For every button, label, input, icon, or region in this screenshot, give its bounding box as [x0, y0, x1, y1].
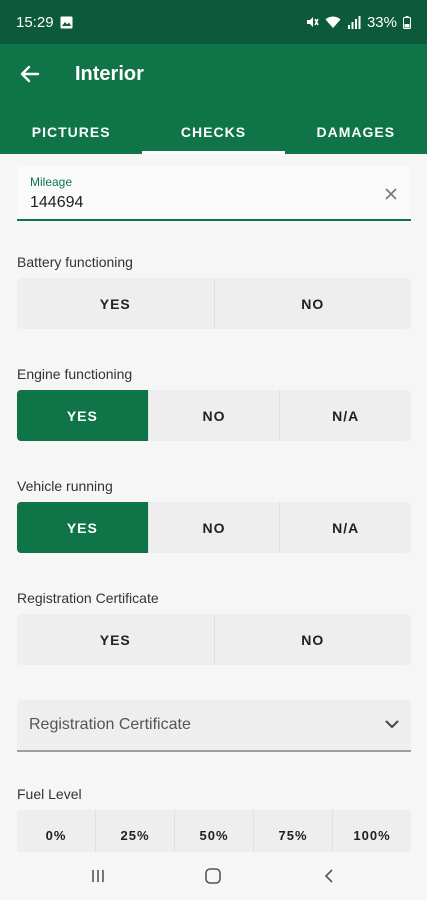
- engine-no-button[interactable]: NO: [149, 390, 281, 441]
- tab-bar: PICTURES CHECKS DAMAGES: [0, 110, 427, 154]
- tab-pictures[interactable]: PICTURES: [0, 110, 142, 154]
- status-bar: 15:29 33%: [0, 0, 427, 44]
- mileage-input[interactable]: 144694: [30, 194, 360, 212]
- fuel-level-label: Fuel Level: [17, 786, 82, 802]
- fuel-50-button[interactable]: 50%: [175, 810, 254, 852]
- battery-percent: 33%: [366, 13, 397, 31]
- engine-functioning-toggle: YES NO N/A: [17, 390, 411, 441]
- fuel-75-button[interactable]: 75%: [254, 810, 333, 852]
- running-yes-button[interactable]: YES: [17, 502, 149, 553]
- tab-checks[interactable]: CHECKS: [142, 110, 285, 154]
- fuel-level-toggle: 0% 25% 50% 75% 100%: [17, 810, 411, 852]
- battery-no-button[interactable]: NO: [215, 278, 412, 329]
- app-bar: Interior PICTURES CHECKS DAMAGES: [0, 44, 427, 154]
- back-nav-icon[interactable]: [309, 856, 349, 896]
- vehicle-running-label: Vehicle running: [17, 478, 113, 494]
- running-na-button[interactable]: N/A: [280, 502, 411, 553]
- page-title: Interior: [75, 63, 144, 85]
- status-time: 15:29: [16, 13, 54, 31]
- mileage-field[interactable]: Mileage 144694: [17, 166, 411, 221]
- gallery-notification-icon: [60, 16, 73, 29]
- running-no-button[interactable]: NO: [149, 502, 281, 553]
- engine-functioning-label: Engine functioning: [17, 366, 133, 382]
- vehicle-running-toggle: YES NO N/A: [17, 502, 411, 553]
- battery-functioning-toggle: YES NO: [17, 278, 411, 329]
- mileage-label: Mileage: [30, 175, 73, 189]
- system-nav-bar: [0, 852, 427, 900]
- clear-icon[interactable]: [381, 184, 401, 204]
- registration-yes-button[interactable]: YES: [17, 614, 215, 665]
- tab-damages[interactable]: DAMAGES: [285, 110, 427, 154]
- chevron-down-icon: [385, 716, 399, 734]
- engine-na-button[interactable]: N/A: [280, 390, 411, 441]
- wifi-icon: [325, 16, 341, 29]
- engine-yes-button[interactable]: YES: [17, 390, 149, 441]
- registration-dropdown-text: Registration Certificate: [29, 716, 191, 733]
- registration-certificate-dropdown[interactable]: Registration Certificate: [17, 700, 411, 752]
- back-arrow-icon[interactable]: [14, 58, 46, 90]
- mute-icon: [305, 15, 319, 29]
- fuel-0-button[interactable]: 0%: [17, 810, 96, 852]
- registration-no-button[interactable]: NO: [215, 614, 412, 665]
- signal-icon: [347, 15, 361, 29]
- fuel-100-button[interactable]: 100%: [333, 810, 411, 852]
- home-icon[interactable]: [193, 856, 233, 896]
- battery-yes-button[interactable]: YES: [17, 278, 215, 329]
- registration-certificate-label: Registration Certificate: [17, 590, 159, 606]
- fuel-25-button[interactable]: 25%: [96, 810, 175, 852]
- checks-content: Mileage 144694 Battery functioning YES N…: [0, 154, 427, 852]
- battery-functioning-label: Battery functioning: [17, 254, 133, 270]
- recents-icon[interactable]: [78, 856, 118, 896]
- registration-certificate-toggle: YES NO: [17, 614, 411, 665]
- battery-icon: [403, 15, 411, 29]
